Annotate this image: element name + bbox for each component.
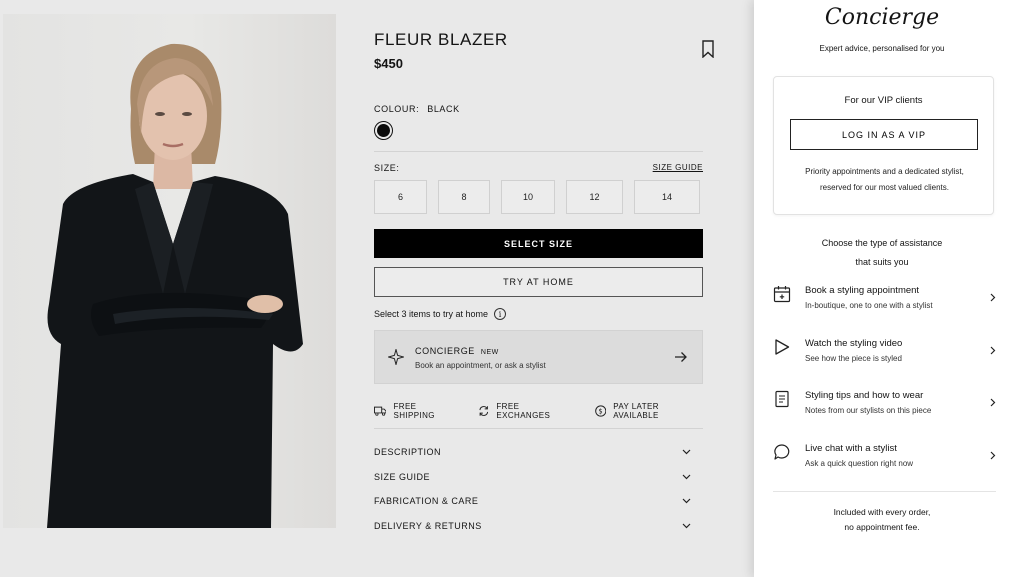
option-title: Styling tips and how to wear <box>805 390 924 401</box>
concierge-panel: Concierge Expert advice, personalised fo… <box>754 0 1024 577</box>
size-label: SIZE: <box>374 163 400 173</box>
concierge-card-title-text: CONCIERGE <box>415 346 475 356</box>
divider <box>374 428 703 429</box>
colour-swatch-black[interactable] <box>374 121 393 140</box>
concierge-card-subtitle: Book an appointment, or ask a stylist <box>415 361 546 370</box>
chevron-right-icon <box>990 451 996 459</box>
chevron-down-icon <box>682 498 691 504</box>
chevron-down-icon <box>682 523 691 529</box>
chat-icon <box>774 443 790 460</box>
accordion-label: SIZE GUIDE <box>374 471 431 482</box>
option-title: Live chat with a stylist <box>805 442 897 454</box>
calendar-icon <box>773 286 791 303</box>
chevron-down-icon <box>682 449 691 455</box>
vip-heading: For our VIP clients <box>844 95 923 106</box>
size-option-6[interactable]: 6 <box>374 180 427 214</box>
info-icon[interactable]: i <box>494 308 507 320</box>
vip-desc-line: Priority appointments and a dedicated st… <box>805 167 964 176</box>
accordion-size-guide[interactable]: SIZE GUIDE <box>374 465 703 490</box>
assistance-prompt-line: Choose the type of assistance <box>821 238 943 248</box>
option-watch-video[interactable]: Watch the styling video See how the piec… <box>773 335 996 388</box>
size-option-12[interactable]: 12 <box>566 180 623 214</box>
try-at-home-note: Select 3 items to try at home i <box>374 308 507 320</box>
perk-pay-later: $ PAY LATER AVAILABLE <box>594 402 703 420</box>
product-title: FLEUR BLAZER <box>374 30 508 49</box>
notes-icon <box>775 390 789 408</box>
panel-divider <box>773 491 996 492</box>
size-guide-link[interactable]: SIZE GUIDE <box>653 163 703 172</box>
assistance-options: Book a styling appointment In-boutique, … <box>773 282 996 492</box>
perk-free-exchanges: FREE EXCHANGES <box>478 402 573 420</box>
concierge-card[interactable]: CONCIERGE NEW Book an appointment, or ask… <box>374 330 703 384</box>
option-title: Book a styling appointment <box>805 285 920 296</box>
panel-footer-line: no appointment fee. <box>844 522 920 532</box>
size-option-8[interactable]: 8 <box>438 180 490 214</box>
sparkle-icon <box>388 349 404 365</box>
play-icon <box>775 338 790 355</box>
divider <box>374 151 703 152</box>
svg-text:$: $ <box>598 407 603 415</box>
product-image <box>3 14 336 528</box>
option-subtitle: See how the piece is styled <box>805 353 902 363</box>
chevron-right-icon <box>990 398 996 407</box>
accordion-description[interactable]: DESCRIPTION <box>374 440 703 465</box>
truck-icon <box>374 406 387 416</box>
vip-desc-line: reserved for our most valued clients. <box>820 183 949 192</box>
try-at-home-note-text: Select 3 items to try at home <box>374 309 489 319</box>
concierge-card-title: CONCIERGE NEW <box>415 346 499 356</box>
chevron-right-icon <box>990 293 996 302</box>
panel-title: Concierge <box>824 5 940 30</box>
accordion-label: DESCRIPTION <box>374 447 442 458</box>
vip-description: Priority appointments and a dedicated st… <box>784 164 985 196</box>
accordion-fabrication-care[interactable]: FABRICATION & CARE <box>374 489 703 514</box>
chevron-right-icon <box>990 346 996 354</box>
chevron-down-icon <box>682 474 691 480</box>
product-info: FLEUR BLAZER $450 COLOUR: BLACK SIZE: SIZ… <box>374 0 714 577</box>
vip-card: For our VIP clients LOG IN AS A VIP Prio… <box>773 76 994 215</box>
vip-login-button[interactable]: LOG IN AS A VIP <box>790 119 978 150</box>
perks-row: FREE SHIPPING FREE EXCHANGES $ PAY LATER… <box>374 402 703 420</box>
arrow-right-icon <box>675 352 687 362</box>
new-badge: NEW <box>480 349 499 356</box>
option-subtitle: Ask a quick question right now <box>805 458 914 468</box>
assistance-prompt: Choose the type of assistance that suits… <box>754 234 1010 272</box>
colour-value: BLACK <box>427 104 460 114</box>
swatch-fill <box>377 124 390 137</box>
perk-label: PAY LATER AVAILABLE <box>613 402 659 420</box>
accordion-label: DELIVERY & RETURNS <box>374 520 482 531</box>
accordion-label: FABRICATION & CARE <box>374 496 479 507</box>
panel-subtitle: Expert advice, personalised for you <box>819 44 945 53</box>
accordion-delivery-returns[interactable]: DELIVERY & RETURNS <box>374 514 703 539</box>
size-options: 6 8 10 12 14 <box>374 180 700 214</box>
product-price: $450 <box>374 56 403 71</box>
option-title: Watch the styling video <box>805 337 903 349</box>
perk-free-shipping: FREE SHIPPING <box>374 402 458 420</box>
option-styling-tips[interactable]: Styling tips and how to wear Notes from … <box>773 387 996 440</box>
bookmark-icon[interactable] <box>701 40 715 58</box>
assistance-prompt-line: that suits you <box>855 257 909 267</box>
panel-footer: Included with every order, no appointmen… <box>754 505 1010 535</box>
colour-label-text: COLOUR: <box>374 104 420 114</box>
option-subtitle: Notes from our stylists on this piece <box>805 406 932 415</box>
option-book-appointment[interactable]: Book a styling appointment In-boutique, … <box>773 282 996 335</box>
select-size-button[interactable]: SELECT SIZE <box>374 229 703 258</box>
try-at-home-button[interactable]: TRY AT HOME <box>374 267 703 297</box>
size-option-14[interactable]: 14 <box>634 180 700 214</box>
model-illustration <box>47 43 303 528</box>
panel-footer-line: Included with every order, <box>833 507 931 517</box>
option-live-chat[interactable]: Live chat with a stylist Ask a quick que… <box>773 440 996 493</box>
option-subtitle: In-boutique, one to one with a stylist <box>805 301 933 310</box>
exchange-icon <box>479 406 488 416</box>
perk-label: FREE EXCHANGES <box>496 402 551 420</box>
details-accordion: DESCRIPTION SIZE GUIDE FABRICATION & CAR… <box>374 440 703 538</box>
dollar-icon: $ <box>594 405 607 417</box>
colour-label: COLOUR: BLACK <box>374 104 460 114</box>
perk-label: FREE SHIPPING <box>393 402 435 420</box>
size-option-10[interactable]: 10 <box>501 180 555 214</box>
